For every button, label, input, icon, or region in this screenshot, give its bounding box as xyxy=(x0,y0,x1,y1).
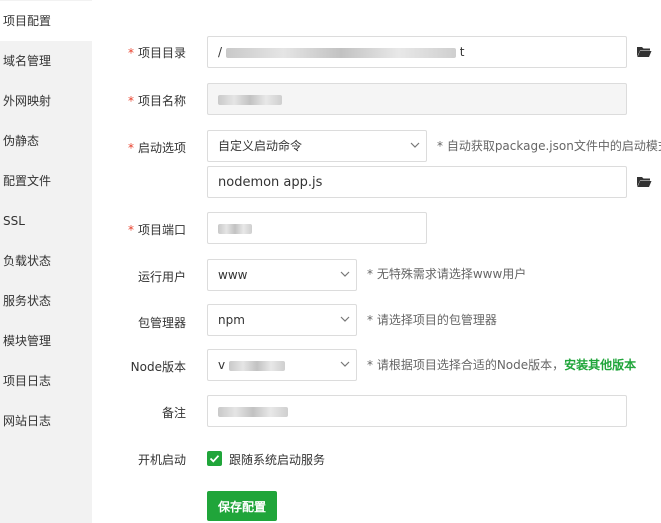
remark-label: 备注 xyxy=(161,406,186,420)
redacted-port xyxy=(218,223,252,234)
autostart-checkbox-label[interactable]: 跟随系统启动服务 xyxy=(229,451,325,468)
redacted-name xyxy=(218,94,282,105)
project-name-label: * 项目名称 xyxy=(127,94,186,108)
start-command-input[interactable]: nodemon app.js xyxy=(207,166,627,198)
project-port-input[interactable] xyxy=(207,212,427,244)
sidebar-item-project-config[interactable]: 项目配置 xyxy=(0,1,92,41)
redacted-remark xyxy=(218,406,288,417)
redacted-version xyxy=(228,360,285,371)
node-version-hint: * 请根据项目选择合适的Node版本，安装其他版本 xyxy=(367,358,637,372)
package-manager-hint: * 请选择项目的包管理器 xyxy=(367,313,497,327)
redacted-path xyxy=(225,47,456,58)
chevron-down-icon xyxy=(340,315,350,323)
install-other-version-link[interactable]: 安装其他版本 xyxy=(564,358,636,372)
save-config-button[interactable]: 保存配置 xyxy=(207,491,277,521)
chevron-down-icon xyxy=(410,141,420,149)
autostart-label: 开机启动 xyxy=(137,453,186,467)
project-dir-input[interactable]: / t xyxy=(207,36,627,68)
run-user-select[interactable]: www xyxy=(207,259,357,291)
run-user-hint: * 无特殊需求请选择www用户 xyxy=(367,267,527,281)
project-dir-label: * 项目目录 xyxy=(127,46,186,60)
check-icon xyxy=(209,455,220,463)
remark-input[interactable] xyxy=(207,395,627,427)
project-port-label: * 项目端口 xyxy=(127,223,186,237)
sidebar-item-config-file[interactable]: 配置文件 xyxy=(0,161,92,201)
project-name-input[interactable] xyxy=(207,83,627,115)
start-option-hint: * 自动获取package.json文件中的启动模式 xyxy=(437,139,661,153)
package-manager-select[interactable]: npm xyxy=(207,304,357,336)
run-user-label: 运行用户 xyxy=(137,270,186,284)
chevron-down-icon xyxy=(340,360,350,368)
start-option-select[interactable]: 自定义启动命令 xyxy=(207,130,427,162)
folder-icon[interactable] xyxy=(636,175,652,189)
package-manager-label: 包管理器 xyxy=(137,316,186,330)
sidebar: 项目配置 域名管理 外网映射 伪静态 配置文件 SSL 负载状态 服务状态 模块… xyxy=(0,0,92,523)
autostart-checkbox[interactable] xyxy=(207,451,222,466)
node-version-select[interactable]: v xyxy=(207,349,357,381)
folder-icon[interactable] xyxy=(636,45,652,59)
node-version-label: Node版本 xyxy=(130,360,186,374)
start-option-label: * 启动选项 xyxy=(127,141,186,155)
chevron-down-icon xyxy=(340,270,350,278)
